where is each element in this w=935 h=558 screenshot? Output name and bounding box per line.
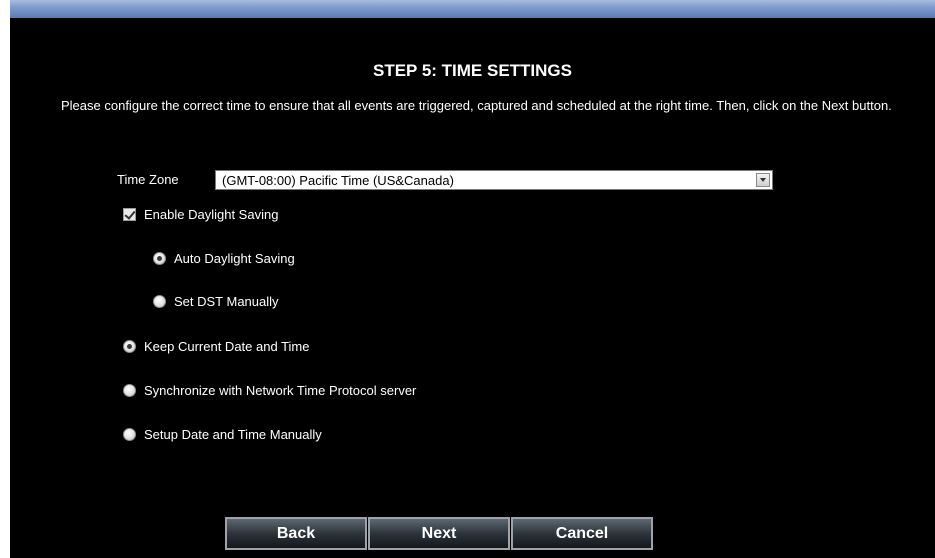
back-button[interactable]: Back xyxy=(225,517,367,550)
manual-time-label[interactable]: Setup Date and Time Manually xyxy=(144,427,322,442)
header-strip xyxy=(10,0,935,18)
auto-daylight-saving-label[interactable]: Auto Daylight Saving xyxy=(174,251,295,266)
wizard-panel: STEP 5: TIME SETTINGS Please configure t… xyxy=(10,0,935,558)
manual-time-radio[interactable] xyxy=(123,428,136,441)
time-zone-label: Time Zone xyxy=(117,172,179,187)
keep-current-time-label[interactable]: Keep Current Date and Time xyxy=(144,339,309,354)
ntp-sync-radio[interactable] xyxy=(123,384,136,397)
set-dst-manually-label[interactable]: Set DST Manually xyxy=(174,294,279,309)
cancel-button[interactable]: Cancel xyxy=(511,517,653,550)
instructions-text: Please configure the correct time to ens… xyxy=(61,98,892,113)
next-button[interactable]: Next xyxy=(368,517,510,550)
auto-daylight-saving-radio[interactable] xyxy=(153,252,166,265)
time-zone-select[interactable]: (GMT-08:00) Pacific Time (US&Canada) xyxy=(215,170,773,190)
enable-daylight-saving-label[interactable]: Enable Daylight Saving xyxy=(144,207,278,222)
enable-daylight-saving-checkbox[interactable] xyxy=(123,208,136,221)
page-title: STEP 5: TIME SETTINGS xyxy=(373,61,572,80)
time-zone-value: (GMT-08:00) Pacific Time (US&Canada) xyxy=(222,173,454,188)
ntp-sync-label[interactable]: Synchronize with Network Time Protocol s… xyxy=(144,383,416,398)
set-dst-manually-radio[interactable] xyxy=(153,295,166,308)
keep-current-time-radio[interactable] xyxy=(123,340,136,353)
chevron-down-icon[interactable] xyxy=(756,173,770,187)
